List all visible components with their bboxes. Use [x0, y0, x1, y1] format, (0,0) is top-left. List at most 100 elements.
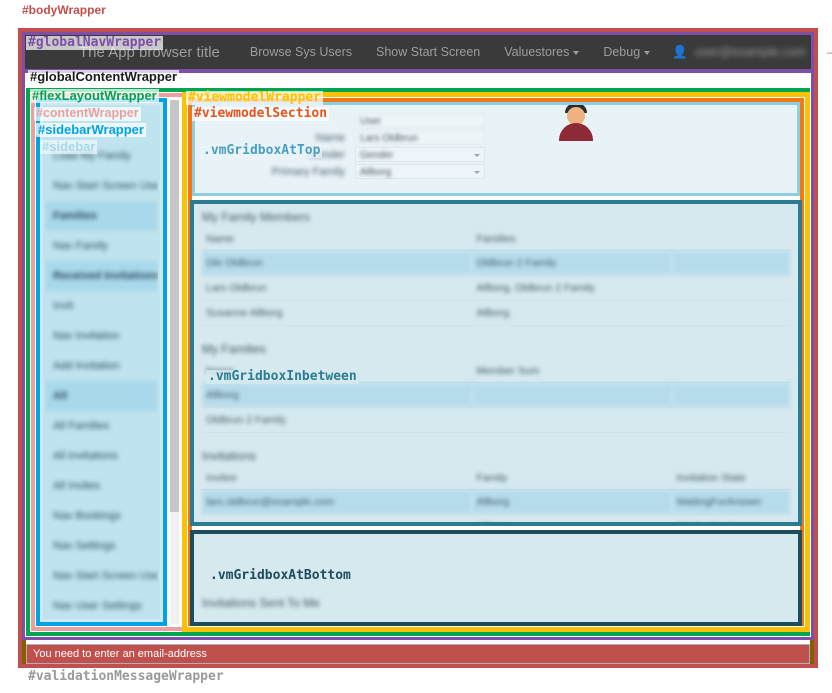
table-row[interactable]: Allborg WaitingForAnswer: [202, 515, 790, 527]
col-family: Family: [472, 467, 672, 490]
user-avatar: [555, 102, 597, 141]
sidebar-item-6[interactable]: Nav Invitation: [45, 321, 158, 351]
cell-member-sum: [472, 383, 672, 408]
annotation-viewmodel-wrapper: #viewmodelWrapper: [186, 91, 323, 105]
chevron-down-icon: [573, 51, 579, 55]
vm-gridbox-inbetween: My Family Members Name Families Ole Oldb…: [190, 200, 802, 526]
logout-button[interactable]: ⇥ Log out: [816, 38, 832, 66]
screenshot-stage: #bodyWrapper The App browser title Brows…: [0, 0, 832, 693]
sidebar-item-1[interactable]: Nav Start Screen User: [45, 171, 158, 201]
cell-families: Allborg: [472, 301, 672, 326]
annotation-flex-layout-wrapper: #flexLayoutWrapper: [30, 89, 159, 103]
table-row[interactable]: lars.oldbrun@example.com Allborg Waiting…: [202, 490, 790, 515]
form-row-primary-family: Primary Family Allborg: [195, 164, 797, 179]
cell-name: Allborg: [202, 383, 472, 408]
validation-message-wrapper: You need to enter an email-address: [26, 644, 810, 664]
form-input-name[interactable]: Lars Oldbrun: [355, 130, 485, 145]
col-spacer: [672, 228, 790, 251]
sidebar-item-5[interactable]: Invit: [45, 291, 158, 321]
sidebar-scrollbar-thumb[interactable]: [170, 100, 179, 512]
cell-state: WaitingForAnswer: [672, 490, 790, 515]
form-label-name: Name: [195, 132, 355, 144]
cell-invitee: lars.oldbrun@example.com: [202, 490, 472, 515]
avatar-body: [559, 123, 593, 141]
cell-spacer: [672, 383, 790, 408]
table-row[interactable]: Oldbrun 2 Family: [202, 408, 790, 433]
col-families: Families: [472, 228, 672, 251]
table-header-row: Name Families: [202, 228, 790, 251]
nav-dropdown-valuestores-label: Valuestores: [504, 45, 569, 59]
sidebar-item-14[interactable]: Nav Start Screen User: [45, 561, 158, 591]
nav-user-email: user@example.com: [695, 45, 806, 59]
cell-state: WaitingForAnswer: [672, 515, 790, 527]
annotation-sidebar-wrapper: #sidebarWrapper: [36, 123, 146, 137]
cell-spacer: [672, 276, 790, 301]
nav-dropdown-valuestores[interactable]: Valuestores: [492, 45, 591, 59]
form-label-primary-family: Primary Family: [195, 166, 355, 178]
cell-family: Allborg: [472, 490, 672, 515]
nav-link-show-start-screen[interactable]: Show Start Screen: [364, 45, 492, 59]
col-invitee: Invitee: [202, 467, 472, 490]
cell-spacer: [672, 251, 790, 276]
table-row[interactable]: Ole Oldbrun Oldbrun 2 Family: [202, 251, 790, 276]
sidebar-item-7[interactable]: Add Invitation: [45, 351, 158, 381]
sidebar-group-families[interactable]: Families: [45, 201, 158, 231]
sidebar-item-15[interactable]: Nav User Settings: [45, 591, 158, 619]
col-member-sum: Member Sum: [472, 360, 672, 383]
nav-dropdown-debug-label: Debug: [603, 45, 640, 59]
cell-family: Allborg: [472, 515, 672, 527]
annotation-content-wrapper: #contentWrapper: [34, 107, 141, 121]
col-spacer: [672, 360, 790, 383]
sidebar-item-10[interactable]: All Invitations: [45, 441, 158, 471]
sidebar-item-12[interactable]: Nav Bookings: [45, 501, 158, 531]
annotation-viewmodel-section: #viewmodelSection: [192, 107, 329, 121]
person-icon: 👤: [672, 45, 688, 60]
nav-dropdown-debug[interactable]: Debug: [591, 45, 662, 59]
cell-families: Allborg, Oldbrun 2 Family: [472, 276, 672, 301]
form-select-primary-family[interactable]: Allborg: [355, 164, 485, 179]
sidebar-item-9[interactable]: All Families: [45, 411, 158, 441]
annotation-gridbox-inbetween: .vmGridboxInbetween: [206, 370, 359, 384]
col-invitation-state: Invitation State: [672, 467, 790, 490]
annotation-global-content-wrapper: #globalContentWrapper: [28, 70, 179, 84]
form-select-primary-family-value: Allborg: [360, 165, 480, 180]
sidebar-item-11[interactable]: All Invites: [45, 471, 158, 501]
annotation-validation-message-wrapper: #validationMessageWrapper: [26, 670, 226, 684]
cell-families: Oldbrun 2 Family: [472, 251, 672, 276]
cell-name: Susanne Allborg: [202, 301, 472, 326]
annotation-sidebar: #sidebar: [40, 140, 97, 154]
col-name: Name: [202, 228, 472, 251]
family-members-title: My Family Members: [194, 204, 798, 228]
table-row[interactable]: Susanne Allborg Allborg: [202, 301, 790, 326]
cell-name: Ole Oldbrun: [202, 251, 472, 276]
validation-message: You need to enter an email-address: [27, 645, 809, 663]
nav-user-menu[interactable]: 👤 user@example.com: [662, 45, 816, 60]
cell-spacer: [672, 301, 790, 326]
chevron-down-icon: [644, 51, 650, 55]
cell-invitee: [202, 515, 472, 527]
annotation-global-nav-wrapper: #globalNavWrapper: [26, 36, 163, 50]
cell-spacer: [672, 408, 790, 433]
cell-member-sum: [472, 408, 672, 433]
table-header-row: Invitee Family Invitation State: [202, 467, 790, 490]
form-select-gender-value: Gender: [360, 148, 480, 163]
table-row[interactable]: Allborg: [202, 383, 790, 408]
sidebar-item-3[interactable]: Nav Family: [45, 231, 158, 261]
logout-icon: ⇥: [826, 45, 832, 60]
sidebar-item-13[interactable]: Nav Settings: [45, 531, 158, 561]
annotation-gridbox-at-top: .vmGridboxAtTop: [201, 144, 322, 158]
invitations-title: Invitations: [194, 433, 798, 467]
table-row[interactable]: Lars Oldbrun Allborg, Oldbrun 2 Family: [202, 276, 790, 301]
sidebar[interactable]: Load My Family Nav Start Screen User Fam…: [43, 105, 160, 619]
sidebar-group-received-invitations[interactable]: Received Invitations: [45, 261, 158, 291]
invitations-table: Invitee Family Invitation State lars.old…: [202, 467, 790, 526]
annotation-gridbox-at-bottom: .vmGridboxAtBottom: [208, 569, 353, 583]
nav-link-browse-sys-users[interactable]: Browse Sys Users: [238, 45, 364, 59]
annotation-body-wrapper: #bodyWrapper: [20, 4, 108, 17]
sidebar-wrapper: Load My Family Nav Start Screen User Fam…: [36, 98, 167, 626]
families-title: My Families: [194, 326, 798, 360]
form-input-0[interactable]: User: [355, 113, 485, 128]
cell-name: Oldbrun 2 Family: [202, 408, 472, 433]
form-select-gender[interactable]: Gender: [355, 147, 485, 162]
sidebar-group-all[interactable]: All: [45, 381, 158, 411]
